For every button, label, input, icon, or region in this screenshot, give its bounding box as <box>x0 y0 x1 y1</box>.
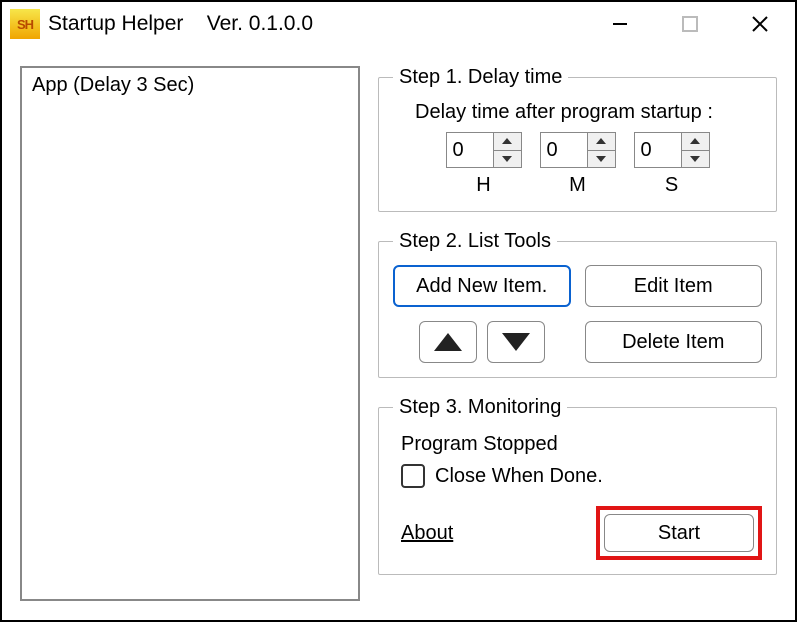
chevron-up-icon <box>596 138 606 144</box>
seconds-up-button[interactable] <box>682 133 709 151</box>
chevron-up-icon <box>502 138 512 144</box>
program-status: Program Stopped <box>401 433 762 456</box>
window-title: Startup Helper Ver. 0.1.0.0 <box>48 12 313 36</box>
chevron-down-icon <box>596 156 606 162</box>
close-button[interactable] <box>725 2 795 46</box>
move-up-button[interactable] <box>419 321 477 363</box>
start-button[interactable]: Start <box>604 514 754 552</box>
triangle-down-icon <box>502 333 530 351</box>
step3-group: Step 3. Monitoring Program Stopped Close… <box>378 396 777 575</box>
hours-input[interactable] <box>447 133 493 167</box>
seconds-input[interactable] <box>635 133 681 167</box>
minimize-button[interactable] <box>585 2 655 46</box>
list-item[interactable]: App (Delay 3 Sec) <box>32 74 348 97</box>
minimize-icon <box>611 15 629 33</box>
chevron-down-icon <box>690 156 700 162</box>
version-label: Ver. 0.1.0.0 <box>207 12 313 35</box>
startup-list[interactable]: App (Delay 3 Sec) <box>20 66 360 601</box>
seconds-down-button[interactable] <box>682 151 709 168</box>
maximize-icon <box>682 16 698 32</box>
about-link[interactable]: About <box>401 522 453 545</box>
delete-item-button[interactable]: Delete Item <box>585 321 763 363</box>
step1-legend: Step 1. Delay time <box>393 66 568 89</box>
close-when-done-label: Close When Done. <box>435 465 603 488</box>
step2-group: Step 2. List Tools Add New Item. Edit It… <box>378 230 777 378</box>
minutes-up-button[interactable] <box>588 133 615 151</box>
seconds-unit: S <box>665 174 678 197</box>
step2-legend: Step 2. List Tools <box>393 230 557 253</box>
edit-item-button[interactable]: Edit Item <box>585 265 763 307</box>
minutes-down-button[interactable] <box>588 151 615 168</box>
minutes-input[interactable] <box>541 133 587 167</box>
hours-up-button[interactable] <box>494 133 521 151</box>
app-logo: SH <box>10 9 40 39</box>
hours-down-button[interactable] <box>494 151 521 168</box>
close-when-done-checkbox[interactable] <box>401 464 425 488</box>
minutes-unit: M <box>569 174 586 197</box>
add-item-button[interactable]: Add New Item. <box>393 265 571 307</box>
chevron-up-icon <box>690 138 700 144</box>
triangle-up-icon <box>434 333 462 351</box>
close-icon <box>750 14 770 34</box>
chevron-down-icon <box>502 156 512 162</box>
app-name: Startup Helper <box>48 12 183 35</box>
start-highlight: Start <box>596 506 762 560</box>
move-down-button[interactable] <box>487 321 545 363</box>
maximize-button[interactable] <box>655 2 725 46</box>
step1-group: Step 1. Delay time Delay time after prog… <box>378 66 777 212</box>
hours-unit: H <box>476 174 490 197</box>
step3-legend: Step 3. Monitoring <box>393 396 567 419</box>
delay-label: Delay time after program startup : <box>415 101 762 124</box>
